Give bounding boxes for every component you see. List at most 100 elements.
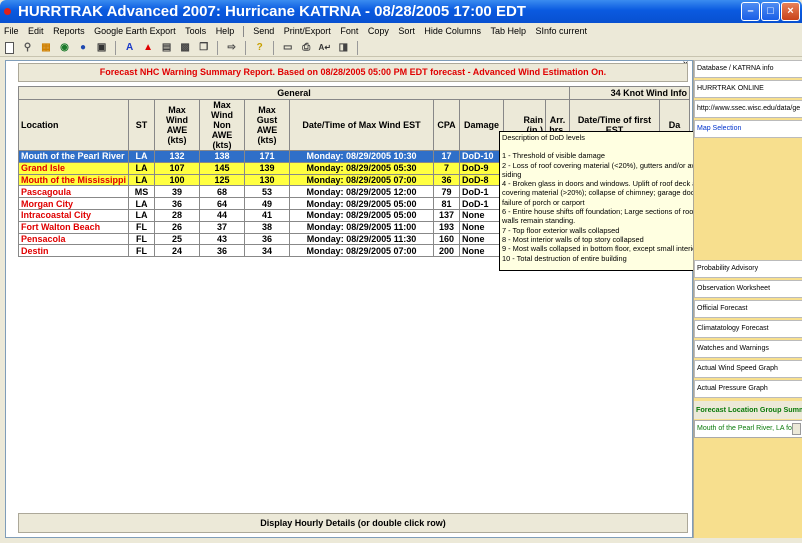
panel-watches-warnings[interactable]: Watches and Warnings xyxy=(694,340,802,358)
menu-bar: File Edit Reports Google Earth Export To… xyxy=(0,23,802,39)
paste-icon[interactable]: ◨ xyxy=(336,41,350,55)
panel-climatology-forecast[interactable]: Climatatology Forecast xyxy=(694,320,802,338)
send-icon[interactable]: ⇨ xyxy=(225,41,239,55)
report-banner: Forecast NHC Warning Summary Report. Bas… xyxy=(18,63,688,82)
menu-sinfo-current[interactable]: SInfo current xyxy=(532,23,591,39)
panel-wind-speed-graph[interactable]: Actual Wind Speed Graph xyxy=(694,360,802,378)
cell-max-wind-non-awe: 145 xyxy=(199,161,245,175)
col-st[interactable]: ST xyxy=(128,99,155,151)
print-icon[interactable]: ⎙ xyxy=(299,41,313,55)
cell-damage: DoD-1 xyxy=(459,197,504,210)
menu-sort[interactable]: Sort xyxy=(394,23,418,39)
globe-icon[interactable]: ◉ xyxy=(58,41,72,55)
panel-probability-advisory[interactable]: Probability Advisory xyxy=(694,260,802,278)
map-icon[interactable]: ● xyxy=(76,41,90,55)
location-group-select[interactable]: Mouth of the Pearl River, LA fo xyxy=(694,420,802,438)
text-a-blue-icon[interactable]: A xyxy=(123,41,137,55)
cell-datetime: Monday: 08/29/2005 05:30 xyxy=(289,161,434,175)
cell-max-gust-awe: 171 xyxy=(244,150,290,163)
menu-help[interactable]: Help xyxy=(212,23,238,39)
new-icon[interactable] xyxy=(5,42,14,54)
cell-st: LA xyxy=(128,208,155,222)
menu-edit[interactable]: Edit xyxy=(24,23,47,39)
cell-cpa: 193 xyxy=(433,220,460,234)
menu-reports[interactable]: Reports xyxy=(49,23,88,39)
menu-hide-columns[interactable]: Hide Columns xyxy=(420,23,484,39)
panel-hurrtrak-online[interactable]: HURRTRAK ONLINE xyxy=(694,80,802,98)
cell-location: Pensacola xyxy=(18,232,129,246)
cell-max-gust-awe: 53 xyxy=(244,185,290,199)
cell-st: LA xyxy=(128,161,155,175)
cell-cpa: 137 xyxy=(433,208,460,222)
cell-location: Grand Isle xyxy=(18,161,129,175)
page-icon[interactable]: ▤ xyxy=(160,41,174,55)
cell-cpa: 17 xyxy=(433,150,460,163)
col-cpa[interactable]: CPA xyxy=(433,99,460,151)
panel-official-forecast[interactable]: Official Forecast xyxy=(694,300,802,318)
cell-location: Mouth of the Mississippi xyxy=(18,173,129,187)
cell-cpa: 200 xyxy=(433,244,460,258)
help-icon[interactable]: ? xyxy=(253,41,267,55)
font-icon[interactable]: A↵ xyxy=(318,41,332,55)
cell-max-gust-awe: 41 xyxy=(244,208,290,222)
image-icon[interactable]: ▭ xyxy=(281,41,295,55)
col-max-gust-awe[interactable]: Max Gust AWE (kts) xyxy=(244,99,290,151)
toolbar-separator xyxy=(356,41,358,55)
right-panel: Database / KATRNA info HURRTRAK ONLINE h… xyxy=(693,60,802,538)
cell-max-wind-awe: 39 xyxy=(154,185,200,199)
cell-damage: DoD-10 xyxy=(459,150,504,163)
cell-location: Pascagoula xyxy=(18,185,129,199)
cell-max-gust-awe: 130 xyxy=(244,173,290,187)
display-hourly-details-button[interactable]: Display Hourly Details (or double click … xyxy=(18,513,688,533)
cell-st: FL xyxy=(128,244,155,258)
panel-map-selection[interactable]: Map Selection xyxy=(694,120,802,138)
panel-database-info[interactable]: Database / KATRNA info xyxy=(694,60,802,78)
clipboard-icon[interactable]: ▩ xyxy=(178,41,192,55)
col-damage[interactable]: Damage xyxy=(459,99,504,151)
menu-tab-help[interactable]: Tab Help xyxy=(486,23,529,39)
cell-max-wind-non-awe: 125 xyxy=(199,173,245,187)
chevron-down-icon[interactable] xyxy=(792,423,801,435)
panel-pressure-graph[interactable]: Actual Pressure Graph xyxy=(694,380,802,398)
col-max-wind-awe[interactable]: Max Wind AWE (kts) xyxy=(154,99,200,151)
group-34kt-header: 34 Knot Wind Info xyxy=(569,86,690,100)
cell-location: Mouth of the Pearl River xyxy=(18,150,129,163)
cell-damage: DoD-1 xyxy=(459,185,504,199)
menu-google-earth-export[interactable]: Google Earth Export xyxy=(90,23,179,39)
find-icon[interactable]: ⚲ xyxy=(21,41,35,55)
menu-tools[interactable]: Tools xyxy=(181,23,209,39)
cell-max-wind-awe: 36 xyxy=(154,197,200,210)
panel-group-summary-title: Forecast Location Group Summ xyxy=(694,401,802,419)
close-button[interactable]: × xyxy=(781,2,800,21)
cell-max-wind-awe: 28 xyxy=(154,208,200,222)
col-datetime-max-wind[interactable]: Date/Time of Max Wind EST xyxy=(289,99,434,151)
menu-copy[interactable]: Copy xyxy=(364,23,392,39)
menu-font[interactable]: Font xyxy=(336,23,361,39)
cell-st: LA xyxy=(128,173,155,187)
menu-print-export[interactable]: Print/Export xyxy=(280,23,334,39)
menu-send[interactable]: Send xyxy=(249,23,277,39)
toolbar-separator xyxy=(273,41,275,55)
cell-datetime: Monday: 08/29/2005 05:00 xyxy=(289,197,434,210)
cell-damage: DoD-9 xyxy=(459,161,504,175)
col-location[interactable]: Location xyxy=(18,99,129,151)
cell-st: MS xyxy=(128,185,155,199)
chart-icon[interactable]: ▦ xyxy=(39,41,53,55)
menu-file[interactable]: File xyxy=(0,23,22,39)
maximize-button[interactable]: □ xyxy=(761,2,780,21)
cell-max-wind-non-awe: 138 xyxy=(199,150,245,163)
panel-observation-worksheet[interactable]: Observation Worksheet xyxy=(694,280,802,298)
cell-datetime: Monday: 08/29/2005 12:00 xyxy=(289,185,434,199)
minimize-button[interactable]: – xyxy=(741,2,760,21)
copy-icon[interactable]: ❐ xyxy=(197,41,211,55)
cell-max-gust-awe: 49 xyxy=(244,197,290,210)
cell-cpa: 7 xyxy=(433,161,460,175)
cell-max-wind-non-awe: 43 xyxy=(199,232,245,246)
cell-max-wind-non-awe: 44 xyxy=(199,208,245,222)
cell-datetime: Monday: 08/29/2005 05:00 xyxy=(289,208,434,222)
panel-ssec-link[interactable]: http://www.ssec.wisc.edu/data/ge xyxy=(694,100,802,118)
save-icon[interactable]: ▣ xyxy=(95,41,109,55)
warning-icon[interactable]: ▲ xyxy=(141,41,155,55)
col-max-wind-non-awe[interactable]: Max Wind Non AWE (kts) xyxy=(199,99,245,151)
cell-datetime: Monday: 08/29/2005 11:00 xyxy=(289,220,434,234)
